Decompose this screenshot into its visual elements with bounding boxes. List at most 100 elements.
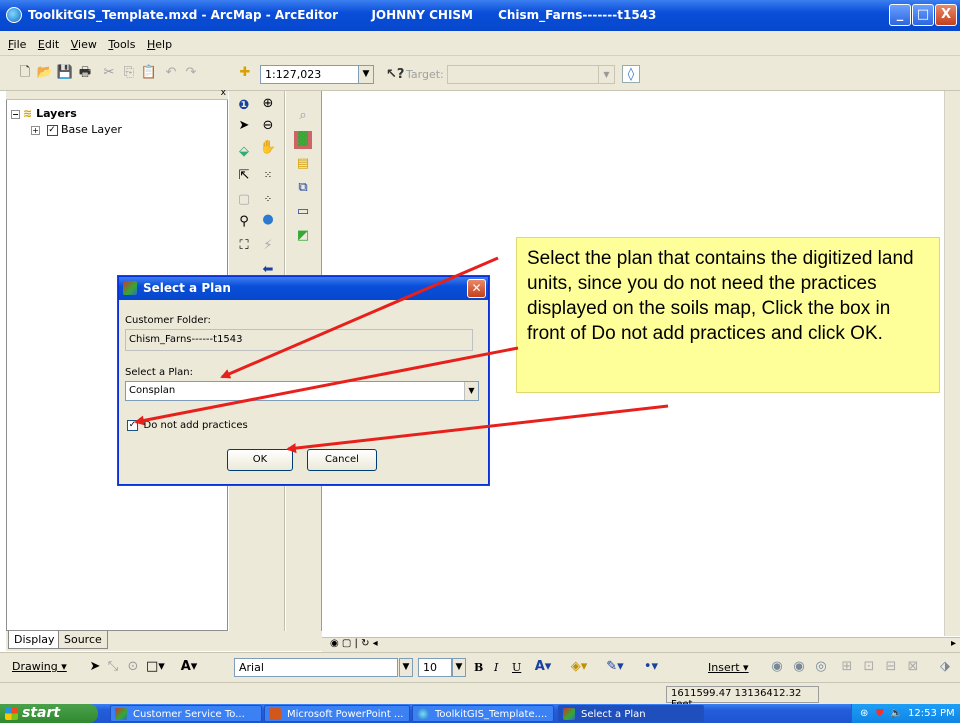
print-icon[interactable]: 🖶 <box>76 64 94 82</box>
undo-icon[interactable]: ↶ <box>162 64 180 82</box>
measure-icon[interactable]: ⛶ <box>235 237 253 255</box>
taskbar-item-customer-service[interactable]: Customer Service To... <box>110 705 262 722</box>
font-select[interactable]: Arial <box>234 658 398 677</box>
italic-button[interactable]: I <box>494 661 498 674</box>
find-binoculars-icon[interactable]: ⚲ <box>235 213 253 231</box>
insert-menu[interactable]: Insert ▾ <box>708 661 749 674</box>
line-color-icon[interactable]: ✎▾ <box>606 658 624 676</box>
identify-icon[interactable]: ❶ <box>235 97 253 115</box>
practices-checkbox-box[interactable]: ✓ <box>127 419 138 431</box>
map-horizontal-scrollbar[interactable]: ◉ ▢ | ↻ ◂ ▸ <box>322 637 960 652</box>
taskbar-item-powerpoint[interactable]: Microsoft PowerPoint ... <box>264 705 410 722</box>
image-analysis-icon[interactable]: ▓ <box>294 131 312 149</box>
fill-color-icon[interactable]: ◈▾ <box>570 658 588 676</box>
zoom-whole-page-icon[interactable]: ⊙ <box>124 658 142 676</box>
clear-selection-icon[interactable]: ▢ <box>235 191 253 209</box>
group-icon[interactable]: ◉ <box>768 658 786 676</box>
add-data-icon[interactable]: ✚ <box>236 64 254 82</box>
map-scale-select[interactable]: 1:127,023 <box>260 65 372 84</box>
taskbar: start Customer Service To... Microsoft P… <box>0 704 960 723</box>
extra-tool-icon[interactable]: ⬗ <box>936 658 954 676</box>
select-elements-icon[interactable]: ⇱ <box>235 167 253 185</box>
select-arrow-icon[interactable]: ➤ <box>235 117 253 135</box>
whats-this-help-icon[interactable]: ↖? <box>386 66 404 84</box>
rotate-icon[interactable]: ⤡ <box>104 658 122 676</box>
order-icon[interactable]: ◎ <box>812 658 830 676</box>
cancel-button[interactable]: Cancel <box>307 449 377 471</box>
paste-icon[interactable]: 📋 <box>140 64 158 82</box>
data-view-icon[interactable]: ◉ ▢ | ↻ ◂ <box>330 638 378 649</box>
minimize-button[interactable]: _ <box>889 4 911 26</box>
zoom-out-icon[interactable]: ⊖ <box>259 117 277 135</box>
fixed-zoom-in-icon[interactable]: ⁙ <box>259 167 277 185</box>
menu-tools[interactable]: Tools <box>104 31 139 51</box>
tab-display[interactable]: Display <box>8 631 61 649</box>
dialog-app-icon <box>123 281 137 295</box>
distribute-icon[interactable]: ⊟ <box>882 658 900 676</box>
close-button[interactable]: X <box>935 4 957 26</box>
system-tray: ⊛ ⛊ 🔈 12:53 PM <box>851 704 960 723</box>
hyperlink-icon[interactable]: ⚡ <box>259 237 277 255</box>
ungroup-icon[interactable]: ◉ <box>790 658 808 676</box>
marker-color-icon[interactable]: •▾ <box>642 658 660 676</box>
editor-tool-icon[interactable]: ◊ <box>622 65 640 83</box>
align-icon[interactable]: ⊡ <box>860 658 878 676</box>
select-features-icon[interactable]: ⬙ <box>235 143 253 161</box>
cut-icon[interactable]: ✂ <box>100 64 118 82</box>
green-layer-icon[interactable]: ◩ <box>294 227 312 245</box>
scroll-right-icon[interactable]: ▸ <box>951 638 956 649</box>
new-document-icon[interactable]: 🗋 <box>16 64 34 82</box>
magnifier-icon[interactable]: ⌕ <box>294 107 312 125</box>
taskbar-item-arcmap[interactable]: ToolkitGIS_Template.... <box>412 705 554 722</box>
font-color-icon[interactable]: A▾ <box>534 658 552 676</box>
select-elements-arrow-icon[interactable]: ➤ <box>86 658 104 676</box>
taskbar-item-select-plan[interactable]: Select a Plan <box>558 705 704 722</box>
bold-button[interactable]: B <box>474 661 483 674</box>
save-icon[interactable]: 💾 <box>56 64 74 82</box>
redo-icon[interactable]: ↷ <box>182 64 200 82</box>
menu-help[interactable]: Help <box>143 31 176 51</box>
map-vertical-scrollbar[interactable] <box>944 91 960 636</box>
tray-network-icon[interactable]: ⊛ <box>860 704 868 723</box>
tray-volume-icon[interactable]: 🔈 <box>890 704 902 723</box>
expand-icon[interactable]: + <box>31 125 40 135</box>
start-button[interactable]: start <box>0 704 98 723</box>
full-extent-globe-icon[interactable]: ● <box>259 211 277 229</box>
menu-view[interactable]: View <box>67 31 101 51</box>
toc-grip[interactable]: x <box>6 88 228 100</box>
menu-file[interactable]: File <box>4 31 30 51</box>
layer-visibility-checkbox[interactable]: ✓ <box>46 124 58 136</box>
nudge-icon[interactable]: ⊞ <box>838 658 856 676</box>
toc-layers-root[interactable]: − ≋ Layers <box>11 107 77 120</box>
font-dropdown-arrow[interactable]: ▼ <box>399 658 413 677</box>
open-folder-icon[interactable]: 📂 <box>36 64 54 82</box>
layout-icon[interactable]: ⧉ <box>294 179 312 197</box>
map-scale-value: 1:127,023 <box>265 68 322 81</box>
swipe-layer-icon[interactable]: ▤ <box>294 155 312 173</box>
ok-button[interactable]: OK <box>227 449 293 471</box>
frame-icon[interactable]: ▭ <box>294 203 312 221</box>
fixed-zoom-out-icon[interactable]: ⁘ <box>259 191 277 209</box>
collapse-icon[interactable]: − <box>11 109 20 119</box>
menu-edit[interactable]: Edit <box>34 31 63 51</box>
dialog-close-button[interactable]: ✕ <box>467 279 486 298</box>
new-rectangle-icon[interactable]: □▾ <box>146 658 165 676</box>
new-text-icon[interactable]: A▾ <box>180 658 198 676</box>
underline-button[interactable]: U <box>512 661 521 674</box>
font-size-dropdown-arrow[interactable]: ▼ <box>452 658 466 677</box>
target-select[interactable]: ▼ <box>447 65 615 84</box>
tab-source[interactable]: Source <box>58 631 108 649</box>
do-not-add-practices-checkbox[interactable]: ✓ Do not add practices <box>127 418 248 431</box>
font-size-select[interactable]: 10 <box>418 658 452 677</box>
plan-select-value: Consplan <box>129 385 176 396</box>
zoom-in-icon[interactable]: ⊕ <box>259 95 277 113</box>
drawing-menu[interactable]: Drawing ▾ <box>12 660 67 673</box>
rotate-flip-icon[interactable]: ⊠ <box>904 658 922 676</box>
tray-shield-icon[interactable]: ⛊ <box>876 704 884 723</box>
pan-hand-icon[interactable]: ✋ <box>259 139 277 157</box>
plan-select[interactable]: Consplan ▼ <box>125 381 479 401</box>
restore-button[interactable]: □ <box>912 4 934 26</box>
copy-icon[interactable]: ⎘ <box>120 64 138 82</box>
scale-dropdown-arrow[interactable]: ▼ <box>358 65 374 84</box>
toc-layer-row[interactable]: + ✓ Base Layer <box>31 123 122 136</box>
